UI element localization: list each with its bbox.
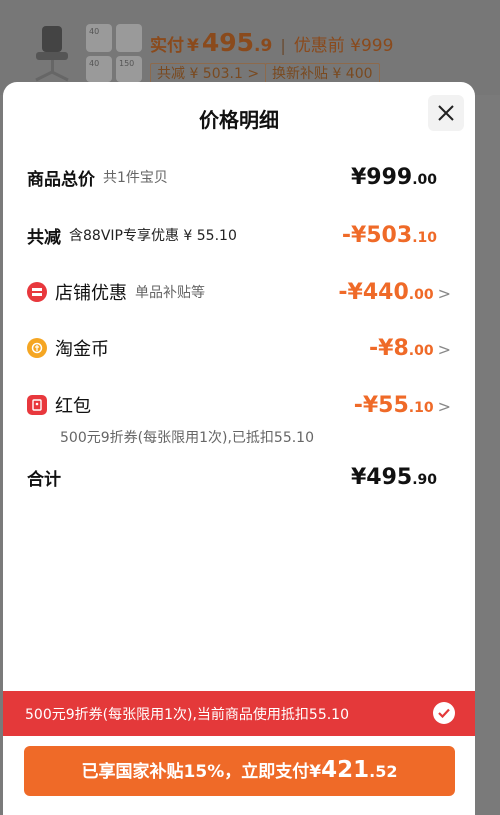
paid-dec: .9 bbox=[254, 36, 273, 56]
total-price-amount: ¥999.00 bbox=[350, 164, 437, 190]
price-detail-sheet: 价格明细 商品总价 共1件宝贝 ¥999.00 共减 含88VIP专享优惠 ¥ … bbox=[3, 82, 475, 815]
shop-discount-icon bbox=[27, 282, 47, 302]
product-pack: 150 bbox=[116, 56, 142, 82]
coin-amount: -¥8.00 > bbox=[369, 335, 451, 361]
chevron-right-icon: > bbox=[437, 339, 451, 359]
pay-symbol: ¥ bbox=[309, 762, 322, 782]
product-pack: 40 bbox=[86, 24, 112, 52]
paid-label: 实付 bbox=[150, 36, 184, 56]
red-packet-amount: -¥55.10 > bbox=[353, 392, 451, 418]
product-thumbnail: 40 40 150 bbox=[28, 22, 148, 84]
row-label: 合计 bbox=[27, 469, 61, 490]
chevron-right-icon: > bbox=[437, 283, 451, 303]
row-label: 店铺优惠 bbox=[55, 283, 127, 304]
sheet-title: 价格明细 bbox=[199, 108, 279, 132]
chair-image bbox=[35, 26, 69, 82]
red-packet-note: 500元9折券(每张限用1次),已抵扣55.10 bbox=[60, 430, 314, 446]
coin-icon bbox=[27, 338, 47, 358]
price-separator: | bbox=[280, 36, 286, 55]
product-pack bbox=[116, 24, 142, 52]
row-shop-discount[interactable]: 店铺优惠 单品补贴等 -¥440.00 > bbox=[27, 277, 451, 307]
row-label: 淘金币 bbox=[55, 339, 109, 360]
row-label: 商品总价 bbox=[27, 169, 95, 190]
red-packet-icon bbox=[27, 395, 47, 415]
product-summary: 40 40 150 实付 ¥ 495 .9 | 优惠前 ¥999 共减 ¥ 50… bbox=[0, 0, 500, 95]
sum-amount: ¥495.90 bbox=[350, 464, 437, 490]
row-red-packet[interactable]: 红包 -¥55.10 > bbox=[27, 390, 451, 420]
row-label: 红包 bbox=[55, 396, 91, 417]
paid-int: 495 bbox=[201, 28, 255, 57]
row-sub: 单品补贴等 bbox=[135, 285, 205, 301]
row-sub: 共1件宝贝 bbox=[103, 170, 168, 186]
pay-dec: .52 bbox=[369, 762, 398, 781]
row-sub: 含88VIP专享优惠 ¥ 55.10 bbox=[69, 228, 237, 244]
row-total-price: 商品总价 共1件宝贝 ¥999.00 bbox=[27, 162, 451, 192]
pay-now-button[interactable]: 已享国家补贴15%，立即支付 ¥ 421 .52 bbox=[24, 746, 455, 796]
close-icon bbox=[438, 105, 454, 121]
row-taojinbi[interactable]: 淘金币 -¥8.00 > bbox=[27, 333, 451, 363]
pay-int: 421 bbox=[321, 757, 370, 783]
coupon-banner-text: 500元9折券(每张限用1次),当前商品使用抵扣55.10 bbox=[25, 706, 349, 723]
check-icon[interactable] bbox=[433, 702, 455, 724]
close-button[interactable] bbox=[428, 95, 464, 131]
row-total-reduce: 共减 含88VIP专享优惠 ¥ 55.10 -¥503.10 bbox=[27, 220, 451, 250]
row-sum: 合计 ¥495.90 bbox=[27, 462, 451, 492]
paid-symbol: ¥ bbox=[187, 36, 199, 56]
product-pack: 40 bbox=[86, 56, 112, 82]
pay-text: 已享国家补贴15%，立即支付 bbox=[81, 762, 310, 782]
total-reduce-amount: -¥503.10 bbox=[341, 222, 437, 248]
coupon-banner[interactable]: 500元9折券(每张限用1次),当前商品使用抵扣55.10 bbox=[3, 691, 475, 736]
paid-price: 实付 ¥ 495 .9 | 优惠前 ¥999 bbox=[150, 28, 393, 57]
original-price: 优惠前 ¥999 bbox=[293, 36, 394, 56]
row-label: 共减 bbox=[27, 227, 61, 248]
shop-discount-amount: -¥440.00 > bbox=[338, 279, 451, 305]
chevron-right-icon: > bbox=[437, 396, 451, 416]
